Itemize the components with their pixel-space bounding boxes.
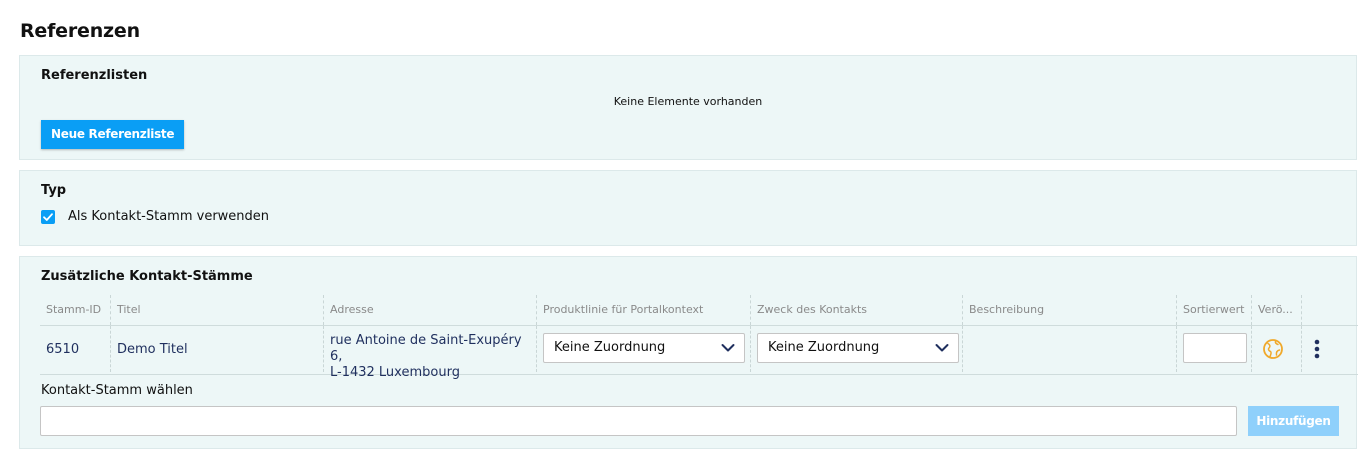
stamm-id-value[interactable]: 6510 xyxy=(46,342,79,357)
sortierwert-input[interactable] xyxy=(1183,333,1247,363)
produktlinie-select-value: Keine Zuordnung xyxy=(554,340,666,355)
column-header-veroeffentlicht[interactable]: Verö... xyxy=(1251,295,1301,325)
adresse-line2: L-1432 Luxembourg xyxy=(330,365,460,380)
contact-stamm-checkbox[interactable] xyxy=(41,210,55,224)
new-reference-list-button[interactable]: Neue Referenzliste xyxy=(41,120,185,149)
type-title: Typ xyxy=(41,183,67,198)
kebab-menu-icon[interactable] xyxy=(1314,339,1320,359)
column-header-titel[interactable]: Titel xyxy=(110,295,317,325)
zweck-select[interactable]: Keine Zuordnung xyxy=(757,333,959,363)
column-header-stamm-id[interactable]: Stamm-ID xyxy=(40,295,110,325)
reference-lists-title: Referenzlisten xyxy=(41,68,148,83)
column-header-produktlinie[interactable]: Produktlinie für Portalkontext xyxy=(536,295,750,325)
cell-zweck: Keine Zuordnung xyxy=(750,326,964,372)
additional-title: Zusätzliche Kontakt-Stämme xyxy=(41,269,253,284)
titel-value[interactable]: Demo Titel xyxy=(117,342,188,357)
column-header-actions xyxy=(1301,295,1358,325)
table-row: 6510 Demo Titel rue Antoine de Saint-Exu… xyxy=(40,325,1358,380)
produktlinie-select[interactable]: Keine Zuordnung xyxy=(543,333,745,363)
contact-stamm-checkbox-label[interactable]: Als Kontakt-Stamm verwenden xyxy=(68,209,269,224)
adresse-line1: rue Antoine de Saint-Exupéry 6, xyxy=(330,333,522,364)
cell-stamm-id: 6510 xyxy=(40,326,110,372)
cell-adresse: rue Antoine de Saint-Exupéry 6, L-1432 L… xyxy=(323,326,536,380)
reference-lists-panel: Referenzlisten Keine Elemente vorhanden … xyxy=(19,55,1357,160)
page-title: Referenzen xyxy=(20,20,140,42)
select-contact-stamm-input[interactable] xyxy=(40,406,1237,436)
cell-actions xyxy=(1301,326,1358,372)
cell-sortierwert xyxy=(1176,326,1251,372)
cell-beschreibung xyxy=(962,326,1176,372)
checkmark-icon xyxy=(43,213,53,221)
chevron-down-icon xyxy=(935,344,949,352)
table-header: Stamm-ID Titel Adresse Produktlinie für … xyxy=(40,295,1358,325)
column-header-adresse[interactable]: Adresse xyxy=(323,295,538,325)
chevron-down-icon xyxy=(721,344,735,352)
column-header-beschreibung[interactable]: Beschreibung xyxy=(962,295,1176,325)
adresse-value: rue Antoine de Saint-Exupéry 6, L-1432 L… xyxy=(330,333,536,381)
cell-titel: Demo Titel xyxy=(110,326,323,372)
additional-contact-stamms-panel: Zusätzliche Kontakt-Stämme Stamm-ID Tite… xyxy=(19,256,1358,449)
globe-icon[interactable] xyxy=(1262,338,1284,360)
select-contact-stamm-label: Kontakt-Stamm wählen xyxy=(41,383,193,398)
column-header-sortierwert[interactable]: Sortierwert xyxy=(1176,295,1251,325)
zweck-select-value: Keine Zuordnung xyxy=(768,340,880,355)
type-panel: Typ Als Kontakt-Stamm verwenden xyxy=(19,170,1357,246)
cell-veroeffentlicht xyxy=(1251,326,1301,372)
add-button[interactable]: Hinzufügen xyxy=(1248,406,1339,436)
empty-message: Keine Elemente vorhanden xyxy=(613,95,763,108)
column-header-zweck[interactable]: Zweck des Kontakts xyxy=(750,295,964,325)
cell-produktlinie: Keine Zuordnung xyxy=(536,326,750,372)
